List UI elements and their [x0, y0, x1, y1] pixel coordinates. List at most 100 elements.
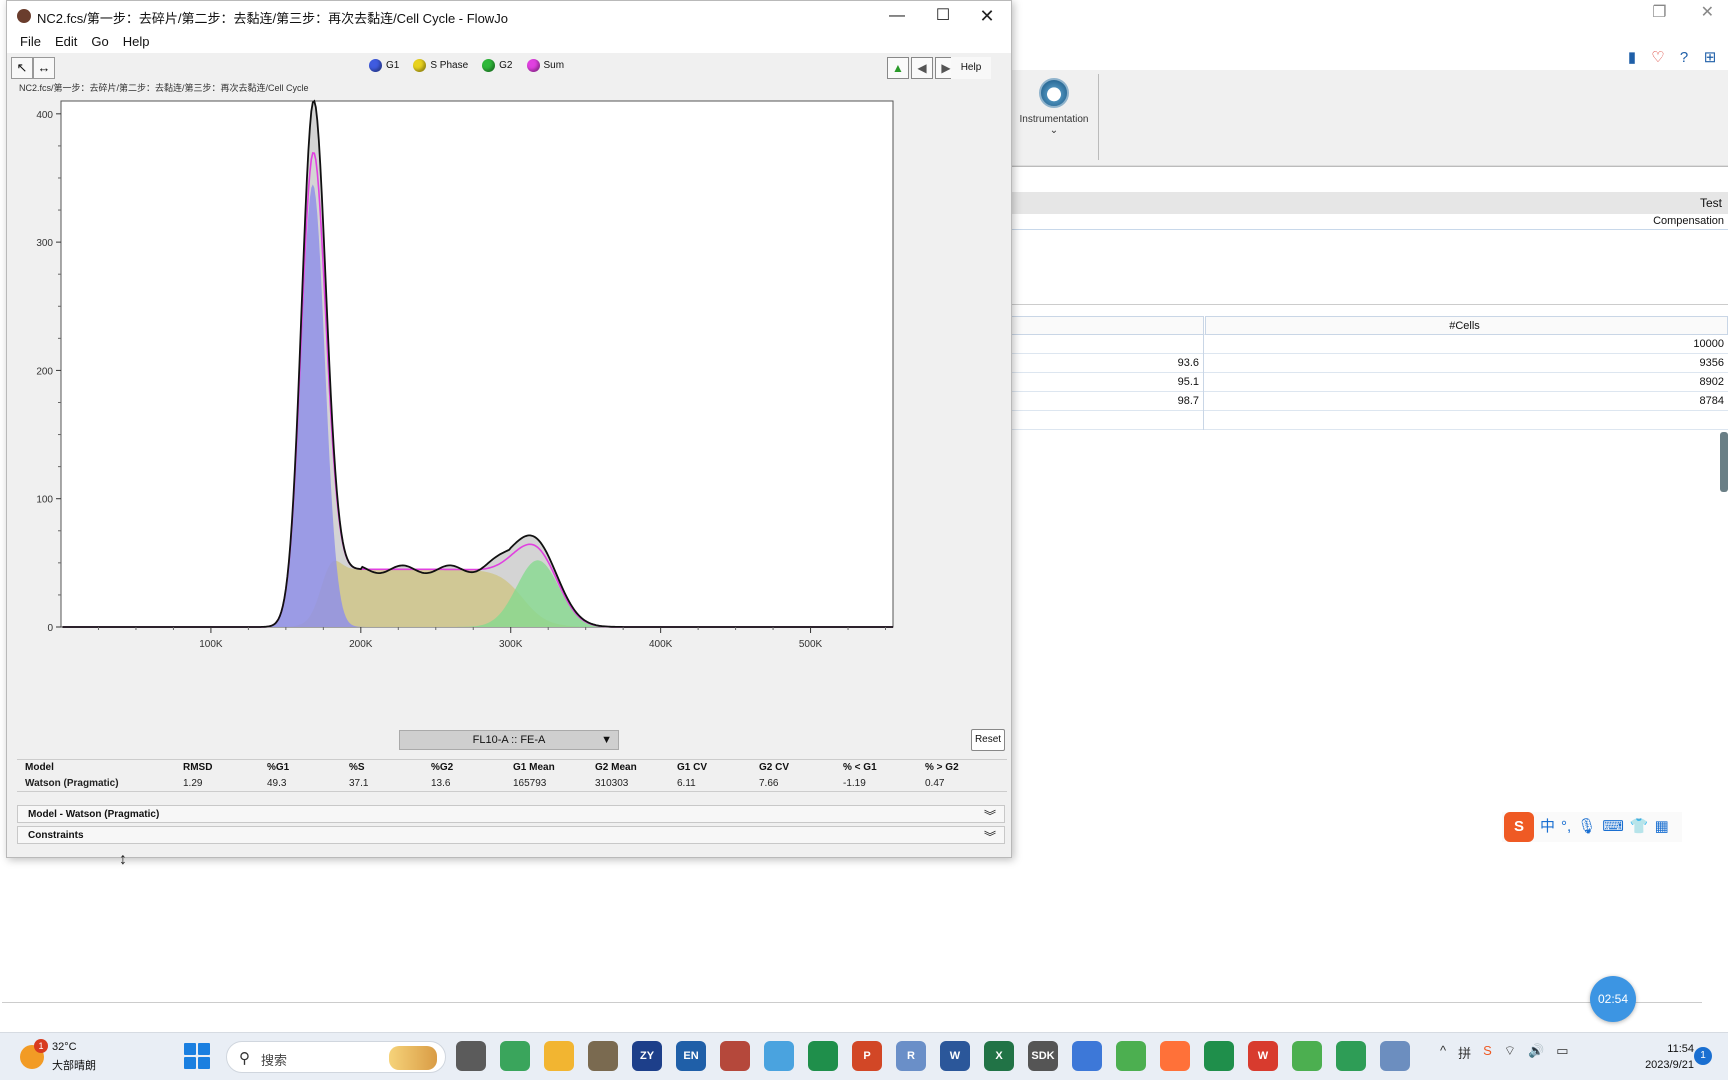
menu-edit[interactable]: Edit [50, 31, 82, 53]
taskbar-app-19[interactable] [1292, 1041, 1322, 1071]
scrollbar-thumb[interactable] [1720, 432, 1728, 492]
minimize-button[interactable]: — [877, 5, 917, 27]
table-row[interactable]: 95.1 8902 [1010, 373, 1728, 392]
background-toolbar-icons: ▮ ♡ ? ⊞ [1624, 50, 1718, 66]
add-icon[interactable]: ⊞ [1702, 50, 1718, 66]
chevron-down-icon: ⌄ [1049, 125, 1059, 136]
taskbar-app-16[interactable] [1160, 1041, 1190, 1071]
taskbar-app-14[interactable] [1072, 1041, 1102, 1071]
taskbar-app-11[interactable]: W [940, 1041, 970, 1071]
legend-dot [413, 59, 427, 72]
legend-label: G2 [499, 60, 513, 71]
skin-icon[interactable]: 👕 [1630, 812, 1649, 842]
microphone-icon[interactable]: 🎙 [1577, 812, 1596, 842]
taskbar-app-15[interactable] [1116, 1041, 1146, 1071]
taskbar-app-2[interactable] [544, 1041, 574, 1071]
bookmark-icon[interactable]: ▮ [1624, 50, 1640, 66]
volume-icon[interactable]: 🔊 [1528, 1043, 1544, 1062]
legend-item-sum: Sum [526, 59, 564, 72]
menu-go[interactable]: Go [86, 31, 113, 53]
windows-logo-icon [184, 1043, 196, 1055]
triangle-right-icon: ▶ [941, 61, 951, 75]
taskbar-app-21[interactable] [1380, 1041, 1410, 1071]
table-row[interactable]: 93.6 9356 [1010, 354, 1728, 373]
taskbar-app-13[interactable]: SDK [1028, 1041, 1058, 1071]
y-tick-label: 100 [36, 495, 53, 506]
taskbar-app-10[interactable]: R [896, 1041, 926, 1071]
constraints-panel-header[interactable]: Constraints ︾ [17, 826, 1005, 844]
taskbar-app-7[interactable] [764, 1041, 794, 1071]
taskbar-app-17[interactable] [1204, 1041, 1234, 1071]
reset-button[interactable]: Reset [971, 729, 1005, 751]
legend: G1 S Phase G2 Sum [369, 59, 564, 72]
clock[interactable]: 11:54 2023/9/21 [1622, 1041, 1694, 1073]
sogou-ime-logo[interactable]: S [1504, 812, 1534, 842]
model-panel-header[interactable]: Model - Watson (Pragmatic) ︾ [17, 805, 1005, 823]
battery-icon[interactable]: ▭ [1556, 1043, 1568, 1062]
taskbar-app-5[interactable]: EN [676, 1041, 706, 1071]
heart-icon[interactable]: ♡ [1650, 50, 1666, 66]
restore-icon[interactable]: ❐ [1652, 2, 1666, 22]
taskbar-app-1[interactable] [500, 1041, 530, 1071]
taskbar-app-8[interactable] [808, 1041, 838, 1071]
table-header-cell[interactable] [1010, 316, 1204, 335]
title-bar[interactable]: NC2.fcs/第一步：去碎片/第二步：去黏连/第三步：再次去黏连/Cell C… [7, 1, 1011, 31]
stats-row[interactable]: Watson (Pragmatic) 1.29 49.3 37.1 13.6 1… [17, 776, 1007, 792]
taskbar-app-18[interactable]: W [1248, 1041, 1278, 1071]
stats-header-s-pct: %S [349, 762, 365, 773]
divider [1010, 166, 1728, 167]
divider [2, 1002, 1702, 1003]
timer-bubble[interactable]: 02:54 [1590, 976, 1636, 1022]
taskbar-app-20[interactable] [1336, 1041, 1366, 1071]
grid-icon[interactable]: ▦ [1655, 812, 1669, 842]
taskbar-app-12[interactable]: X [984, 1041, 1014, 1071]
start-button[interactable] [184, 1043, 210, 1069]
range-tool-button[interactable]: ↔ [33, 57, 55, 79]
y-tick-label: 300 [36, 238, 53, 249]
stats-header-g1-mean: G1 Mean [513, 762, 555, 773]
table-row[interactable]: 98.7 8784 [1010, 392, 1728, 411]
stats-g2-mean: 310303 [595, 778, 629, 789]
cells-column-header[interactable]: #Cells [1205, 316, 1728, 335]
taskbar-search[interactable]: ⚲ 搜索 [226, 1041, 446, 1073]
weather-widget[interactable]: 1 32°C 大部晴朗 [20, 1039, 120, 1075]
close-button[interactable]: ✕ [967, 5, 1007, 27]
taskbar-app-3[interactable] [588, 1041, 618, 1071]
previous-button[interactable]: ◀ [911, 57, 933, 79]
table-row[interactable] [1010, 411, 1728, 430]
y-tick-label: 400 [36, 110, 53, 121]
punctuation-icon[interactable]: °, [1561, 812, 1571, 842]
maximize-button[interactable]: ☐ [923, 5, 963, 27]
stats-s-pct: 37.1 [349, 778, 369, 789]
up-button[interactable]: ▲ [887, 57, 909, 79]
x-parameter-select[interactable]: FL10-A :: FE-A ▼ [399, 730, 619, 750]
taskbar-app-6[interactable] [720, 1041, 750, 1071]
help-button[interactable]: Help [951, 57, 991, 79]
menu-bar: File Edit Go Help [7, 31, 1011, 53]
menu-help[interactable]: Help [118, 31, 155, 53]
gauge-icon [1039, 78, 1069, 108]
notification-badge[interactable]: 1 [1694, 1047, 1712, 1065]
taskbar-app-0[interactable] [456, 1041, 486, 1071]
help-icon[interactable]: ? [1676, 50, 1692, 66]
model-panel-label: Model - Watson (Pragmatic) [28, 809, 160, 820]
taskbar-app-9[interactable]: P [852, 1041, 882, 1071]
x-tick-label: 300K [499, 639, 523, 650]
weather-badge: 1 [34, 1039, 48, 1053]
instrumentation-button[interactable]: Instrumentation ⌄ [1014, 74, 1094, 160]
ime-icon[interactable]: 拼 [1458, 1043, 1471, 1062]
compensation-row[interactable]: Compensation [1010, 214, 1728, 230]
keyboard-icon[interactable]: ⌨ [1602, 812, 1624, 842]
taskbar-app-4[interactable]: ZY [632, 1041, 662, 1071]
ime-mode[interactable]: 中 [1540, 812, 1555, 842]
menu-file[interactable]: File [15, 31, 46, 53]
sogou-tray-icon[interactable]: S [1483, 1043, 1492, 1062]
chevron-up-icon[interactable]: ^ [1440, 1043, 1446, 1062]
chevron-double-down-icon: ︾ [983, 830, 996, 844]
table-row[interactable]: 10000 [1010, 335, 1728, 354]
ribbon-separator [1098, 74, 1099, 160]
close-icon[interactable]: ✕ [1701, 2, 1714, 22]
pointer-tool-button[interactable]: ↖ [11, 57, 33, 79]
wifi-icon[interactable]: ⌔ [1504, 1043, 1516, 1062]
y-tick-label: 200 [36, 366, 53, 377]
